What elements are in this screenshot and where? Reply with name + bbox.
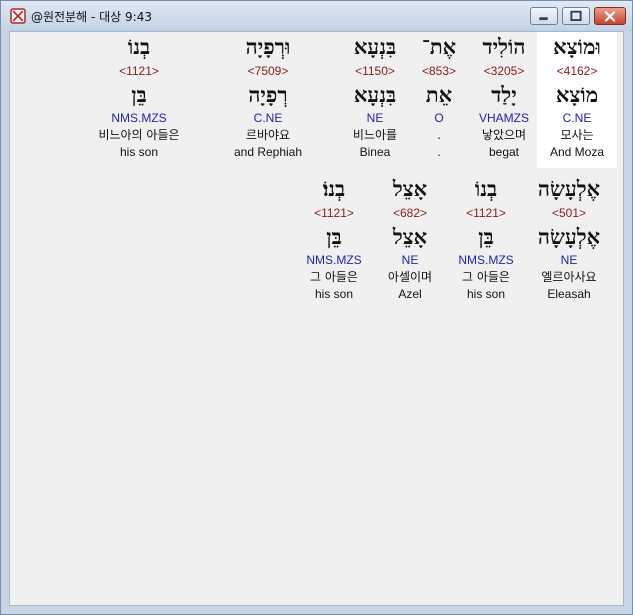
maximize-icon bbox=[570, 10, 582, 21]
korean-gloss: 르바야요 bbox=[245, 128, 291, 142]
strong-number: <682> bbox=[392, 206, 428, 220]
word-card[interactable]: אֶלְעָשָׂה <501> אֶלְעָשָׂה NE 엘르아사요 Ele… bbox=[529, 174, 609, 302]
english-gloss: And Moza bbox=[549, 145, 605, 159]
minimize-icon bbox=[539, 17, 548, 21]
morph-code: C.NE bbox=[253, 111, 283, 125]
english-gloss: and Rephiah bbox=[233, 145, 303, 159]
english-gloss: his son bbox=[119, 145, 159, 159]
english-gloss: Eleasah bbox=[547, 287, 591, 301]
word-card[interactable]: בְנוֹ <1121> בֵּן NMS.MZS 그 아들은 his son bbox=[446, 174, 526, 302]
morph-code: NE bbox=[366, 111, 384, 125]
morph-code: NMS.MZS bbox=[306, 253, 362, 267]
korean-gloss: 비느아를 bbox=[352, 128, 398, 142]
word-card[interactable]: וּרְפָיָה <7509> רְפָיָה C.NE 르바야요 and R… bbox=[228, 32, 308, 160]
word-card[interactable]: וּמוֹצָא <4162> מוֹצָא C.NE 모사는 And Moza bbox=[537, 32, 617, 168]
close-button[interactable] bbox=[594, 7, 626, 25]
english-gloss: Binea bbox=[359, 145, 391, 159]
lemma-word: בֵּן bbox=[131, 82, 147, 107]
korean-gloss: 비느아의 아들은 bbox=[98, 128, 180, 142]
korean-gloss: 그 아들은 bbox=[462, 270, 510, 284]
korean-gloss: 그 아들은 bbox=[310, 270, 358, 284]
word-card[interactable]: בְנוֹ׃ <1121> בֵּן NMS.MZS 그 아들은 his son bbox=[294, 174, 374, 302]
lemma-word: אֶלְעָשָׂה bbox=[537, 224, 601, 249]
strong-number: <4162> bbox=[556, 64, 598, 78]
strong-number: <7509> bbox=[247, 64, 289, 78]
hebrew-word: וּמוֹצָא bbox=[553, 34, 601, 59]
hebrew-word: בְנוֹ bbox=[127, 34, 151, 59]
morph-code: NMS.MZS bbox=[111, 111, 167, 125]
lemma-word: מוֹצָא bbox=[555, 82, 599, 107]
morph-code: NMS.MZS bbox=[458, 253, 514, 267]
english-gloss: his son bbox=[466, 287, 506, 301]
app-logo-icon bbox=[10, 8, 26, 24]
window-title: @원전분해 - 대상 9:43 bbox=[31, 10, 152, 24]
lemma-word: בֵּן bbox=[326, 224, 342, 249]
close-icon bbox=[604, 10, 616, 22]
strong-number: <501> bbox=[551, 206, 587, 220]
lemma-word: אָצֵל bbox=[392, 224, 428, 249]
hebrew-word: בִּנְעָא bbox=[353, 34, 397, 59]
korean-gloss: 엘르아사요 bbox=[541, 270, 597, 284]
english-gloss: his son bbox=[314, 287, 354, 301]
morph-code: NE bbox=[560, 253, 578, 267]
hebrew-word: בְנוֹ bbox=[474, 176, 498, 201]
strong-number: <1121> bbox=[466, 206, 506, 220]
hebrew-word: בְנוֹ׃ bbox=[322, 176, 346, 201]
hebrew-word: אָצֵל bbox=[392, 176, 428, 201]
analysis-pane: וּמוֹצָא <4162> מוֹצָא C.NE 모사는 And Moza… bbox=[9, 31, 624, 606]
english-gloss: Azel bbox=[398, 287, 422, 301]
word-card[interactable]: בִּנְעָא <1150> בִּנְעָא NE 비느아를 Binea bbox=[335, 32, 415, 160]
lemma-word: בֵּן bbox=[478, 224, 494, 249]
title-bar[interactable]: @원전분해 - 대상 9:43 bbox=[1, 1, 632, 31]
strong-number: <1150> bbox=[355, 64, 395, 78]
word-card[interactable]: בְנוֹ <1121> בֵּן NMS.MZS 비느아의 아들은 his s… bbox=[89, 32, 189, 160]
word-card[interactable]: אָצֵל <682> אָצֵל NE 아셀이며 Azel bbox=[370, 174, 450, 302]
morph-code: C.NE bbox=[562, 111, 592, 125]
maximize-button[interactable] bbox=[562, 7, 590, 25]
lemma-word: בִּנְעָא bbox=[353, 82, 397, 107]
strong-number: <1121> bbox=[314, 206, 354, 220]
korean-gloss: 모사는 bbox=[560, 128, 594, 142]
hebrew-word: אֶלְעָשָׂה bbox=[537, 176, 601, 201]
app-window: @원전분해 - 대상 9:43 וּמוֹצָא <4162> מוֹצָא C… bbox=[0, 0, 633, 615]
korean-gloss: 아셀이며 bbox=[387, 270, 433, 284]
lemma-word: רְפָיָה bbox=[248, 82, 288, 107]
minimize-button[interactable] bbox=[530, 7, 558, 25]
hebrew-word: וּרְפָיָה bbox=[245, 34, 291, 59]
strong-number: <1121> bbox=[119, 64, 159, 78]
morph-code: NE bbox=[401, 253, 419, 267]
